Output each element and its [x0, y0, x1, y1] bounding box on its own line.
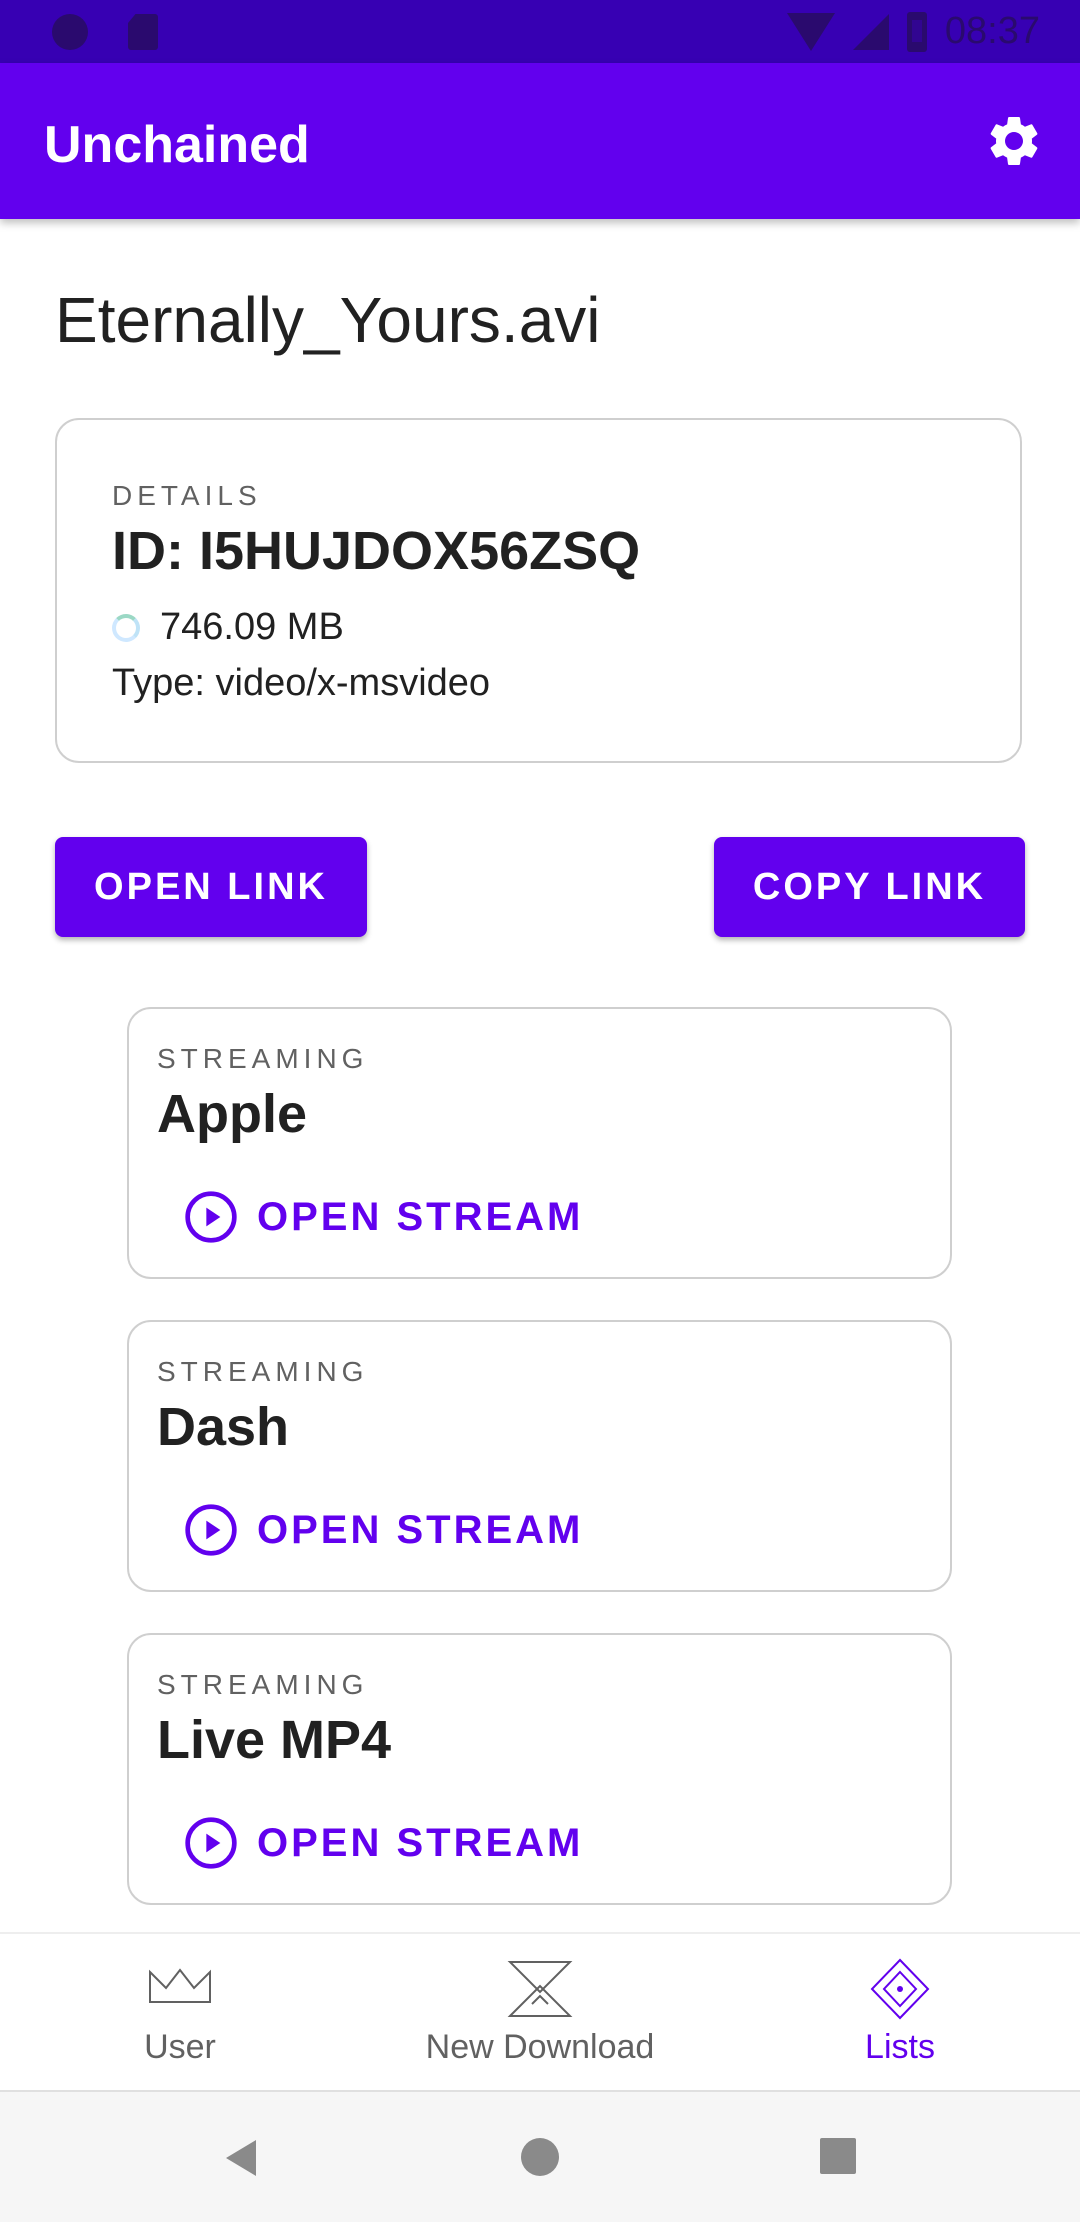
nav-label-new-download: New Download [425, 2028, 655, 2066]
back-icon[interactable] [226, 2140, 256, 2176]
nav-label-lists: Lists [865, 2028, 935, 2066]
file-type: Type: video/x-msvideo [112, 662, 491, 704]
nav-item-user[interactable]: User [30, 1958, 330, 2067]
open-stream-label: OPEN STREAM [257, 1507, 584, 1552]
app-bar: Unchained [0, 63, 1080, 219]
open-stream-button[interactable]: OPEN STREAM [183, 1815, 583, 1871]
home-icon[interactable] [521, 2138, 559, 2176]
settings-icon[interactable] [984, 111, 1044, 171]
open-stream-label: OPEN STREAM [257, 1194, 584, 1239]
file-size: 746.09 MB [160, 606, 344, 648]
stream-name: Live MP4 [157, 1710, 392, 1770]
stream-card-live-mp4: STREAMING Live MP4 OPEN STREAM [127, 1633, 952, 1905]
app-title: Unchained [44, 116, 310, 174]
system-navigation-bar [0, 2090, 1080, 2222]
status-bar: 08:37 [0, 0, 1080, 63]
clock: 08:37 [944, 10, 1040, 52]
loading-spinner-icon [112, 613, 140, 642]
play-circle-icon [185, 1817, 237, 1869]
diamond-icon [870, 1958, 930, 2020]
nav-item-lists[interactable]: Lists [750, 1958, 1050, 2067]
stream-card-apple: STREAMING Apple OPEN STREAM [127, 1007, 952, 1279]
nav-label-user: User [144, 2028, 216, 2066]
signal-icon [852, 13, 889, 50]
stream-overline: STREAMING [157, 1043, 369, 1074]
bottom-navigation: User New Download Lists [0, 1932, 1080, 2092]
crown-icon [149, 1968, 211, 2003]
open-link-button[interactable]: OPEN LINK [55, 837, 367, 937]
stream-name: Apple [157, 1084, 308, 1144]
file-title: Eternally_Yours.avi [55, 284, 601, 356]
details-overline: DETAILS [112, 480, 262, 511]
copy-link-button[interactable]: COPY LINK [714, 837, 1025, 937]
stream-overline: STREAMING [157, 1669, 369, 1700]
notification-dot-icon [52, 14, 88, 50]
play-circle-icon [185, 1504, 237, 1556]
battery-icon [906, 11, 927, 52]
stream-overline: STREAMING [157, 1356, 369, 1387]
stream-name: Dash [157, 1397, 290, 1457]
size-row: 746.09 MB [112, 606, 344, 649]
open-stream-button[interactable]: OPEN STREAM [183, 1189, 583, 1245]
hourglass-icon [507, 1961, 573, 2017]
recent-apps-icon[interactable] [820, 2138, 856, 2174]
open-stream-button[interactable]: OPEN STREAM [183, 1502, 583, 1558]
details-card: DETAILS ID: I5HUJDOX56ZSQ 746.09 MB Type… [55, 418, 1022, 763]
stream-card-dash: STREAMING Dash OPEN STREAM [127, 1320, 952, 1592]
open-stream-label: OPEN STREAM [257, 1820, 584, 1865]
wifi-icon [786, 12, 835, 51]
play-circle-icon [185, 1191, 237, 1243]
nav-item-new-download[interactable]: New Download [390, 1958, 690, 2067]
sd-card-icon [128, 14, 158, 50]
download-id: ID: I5HUJDOX56ZSQ [112, 521, 641, 581]
